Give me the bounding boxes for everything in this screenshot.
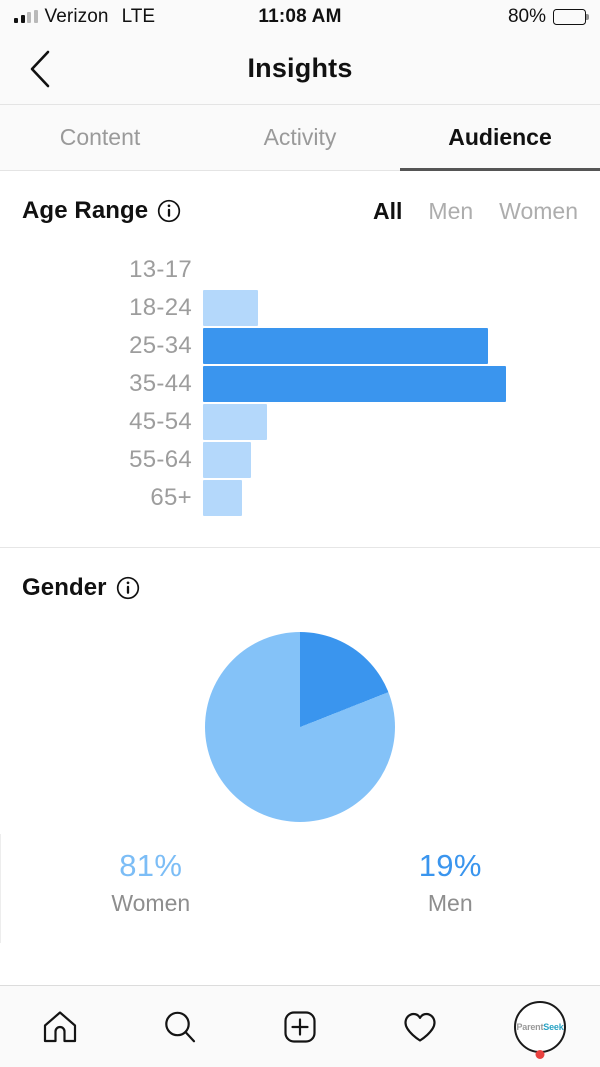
search-icon <box>165 1011 196 1042</box>
bar-label: 18-24 <box>129 294 192 321</box>
bar-row: 55-64 <box>0 441 600 479</box>
bar-label: 55-64 <box>129 446 192 473</box>
bar-fill <box>203 366 506 402</box>
men-percent: 19% <box>418 848 482 883</box>
nav-add-post-button[interactable] <box>240 986 360 1067</box>
filter-women[interactable]: Women <box>499 198 578 225</box>
tab-activity[interactable]: Activity <box>200 105 400 170</box>
tab-audience-label: Audience <box>448 124 552 150</box>
info-circle-icon <box>116 576 139 600</box>
gender-legend: 81% Women 19% Men <box>0 834 600 943</box>
legend-item-women: 81% Women <box>1 848 301 917</box>
tab-content[interactable]: Content <box>0 105 200 170</box>
gender-pie-wrap <box>0 602 600 834</box>
status-bar-left: Verizon LTE <box>14 6 155 28</box>
battery-icon <box>553 8 590 25</box>
avatar: ParentSeek <box>514 1000 566 1053</box>
home-icon <box>43 1010 77 1042</box>
age-range-bar-chart: 13-17 18-24 25-34 35-44 45-54 55-64 65+ <box>0 225 600 547</box>
bar-row: 35-44 <box>0 365 600 403</box>
notification-dot <box>535 1050 545 1059</box>
bar-track <box>203 327 600 365</box>
signal-strength-icon <box>14 10 38 23</box>
phone-screen: Verizon LTE 11:08 AM 80% Insights Conten… <box>0 0 600 1067</box>
insights-tabs: Content Activity Audience <box>0 105 600 171</box>
gender-section: Gender 81% Women 19% Men <box>0 548 600 943</box>
heart-icon <box>404 1012 436 1042</box>
women-percent: 81% <box>119 848 183 883</box>
bar-row: 13-17 <box>0 251 600 289</box>
bar-track <box>203 365 600 403</box>
page-title: Insights <box>247 53 353 83</box>
gender-title: Gender <box>22 574 107 601</box>
add-post-icon <box>284 1010 316 1043</box>
bar-label: 13-17 <box>129 256 192 283</box>
status-bar: Verizon LTE 11:08 AM 80% <box>0 0 600 33</box>
nav-home-button[interactable] <box>0 986 120 1067</box>
bar-track <box>203 441 600 479</box>
gender-filter-group: All Men Women <box>373 198 578 225</box>
bar-track <box>203 479 600 517</box>
avatar-logo: ParentSeek <box>516 1022 563 1032</box>
bar-label: 65+ <box>150 484 192 511</box>
network-type: LTE <box>121 5 156 27</box>
info-circle-icon <box>158 199 181 223</box>
age-range-section: Age Range All Men Women 13-17 18-24 25-34 3… <box>0 171 600 547</box>
age-range-title: Age Range <box>22 197 149 224</box>
chevron-left-icon <box>30 50 50 87</box>
bar-track <box>203 403 600 441</box>
navigation-bar: Insights <box>0 33 600 105</box>
bar-label: 35-44 <box>129 370 192 397</box>
bar-label: 25-34 <box>129 332 192 359</box>
carrier-name: Verizon <box>44 5 109 27</box>
age-range-header: Age Range All Men Women <box>0 171 600 225</box>
nav-search-button[interactable] <box>120 986 240 1067</box>
tab-content-label: Content <box>59 124 141 150</box>
battery-percent-label: 80% <box>507 5 546 27</box>
bar-label: 45-54 <box>129 408 192 435</box>
avatar-logo-secondary: Seek <box>543 1021 564 1032</box>
bar-track <box>203 289 600 327</box>
men-label: Men <box>427 890 473 916</box>
status-bar-right: 80% <box>507 5 590 28</box>
tab-audience[interactable]: Audience <box>400 105 600 171</box>
legend-item-men: 19% Men <box>301 848 600 917</box>
bar-fill <box>203 290 258 326</box>
gender-header: Gender <box>0 548 600 602</box>
bar-fill <box>203 404 267 440</box>
bar-fill <box>203 328 488 364</box>
info-icon[interactable] <box>157 199 181 223</box>
bar-fill <box>203 442 252 478</box>
filter-all[interactable]: All <box>373 198 402 225</box>
bar-track <box>203 251 600 289</box>
nav-profile-button[interactable]: ParentSeek <box>480 986 600 1067</box>
bar-fill <box>203 480 243 516</box>
avatar-logo-primary: Parent <box>516 1021 544 1032</box>
bottom-navigation-bar: ParentSeek <box>0 985 600 1067</box>
bar-row: 45-54 <box>0 403 600 441</box>
women-label: Women <box>111 890 191 916</box>
filter-men[interactable]: Men <box>428 198 473 225</box>
bar-row: 18-24 <box>0 289 600 327</box>
nav-activity-button[interactable] <box>360 986 480 1067</box>
bar-row: 65+ <box>0 479 600 517</box>
info-icon[interactable] <box>116 576 140 600</box>
gender-pie-chart <box>205 632 395 822</box>
tab-activity-label: Activity <box>263 124 337 150</box>
back-button[interactable] <box>18 47 62 91</box>
bar-row: 25-34 <box>0 327 600 365</box>
